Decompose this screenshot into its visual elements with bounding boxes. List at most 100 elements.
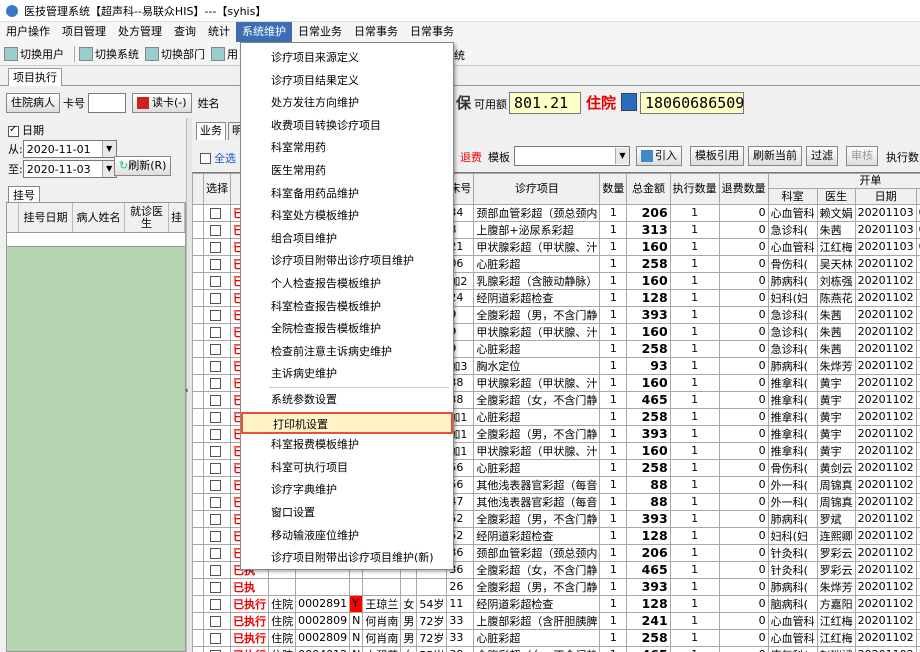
menu-item-0[interactable]: 诊疗项目来源定义	[241, 47, 453, 69]
row-select-checkbox[interactable]	[203, 203, 232, 222]
registration-grid[interactable]: 挂号日期 病人姓名 就诊医生 挂	[6, 202, 186, 652]
menu-prescription[interactable]: 处方管理	[112, 22, 168, 42]
menu-item-22[interactable]: 诊疗项目附带出诊疗项目维护(新)	[241, 547, 453, 569]
table-row[interactable]: ▶已执行住院0004012N占碧芳女55岁39全腹彩超（女，不含门静146510…	[192, 645, 920, 652]
menu-item-17[interactable]: 科室报费模板维护	[241, 434, 453, 456]
menu-item-19[interactable]: 诊疗字典维护	[241, 479, 453, 501]
row-select-checkbox[interactable]	[203, 458, 232, 477]
tab-registration[interactable]: 挂号	[8, 186, 40, 202]
menu-daily-affairs-2[interactable]: 日常事务	[404, 22, 460, 42]
col-date[interactable]: 日期	[854, 188, 917, 205]
toolbar-button-partial[interactable]: 用	[211, 46, 238, 62]
switch-dept-button[interactable]: 切换部门	[145, 46, 205, 62]
row-select-checkbox[interactable]	[203, 305, 232, 324]
table-row[interactable]: 已执行 住院 0002809 N 何肖南男 72岁 33 心脏彩超 1 258 1 0 心血管科 江红梅 2…	[192, 628, 920, 647]
menu-item-2[interactable]: 处方发往方向维护	[241, 92, 453, 114]
row-select-checkbox[interactable]	[203, 577, 232, 596]
tab-business[interactable]: 业务	[196, 122, 226, 140]
menu-stats[interactable]: 统计	[202, 22, 236, 42]
menu-item-mgmt[interactable]: 项目管理	[56, 22, 112, 42]
row-select-checkbox[interactable]	[203, 492, 232, 511]
row-select-checkbox[interactable]	[203, 424, 232, 443]
filter-button[interactable]: 过滤	[806, 146, 838, 166]
row-select-checkbox[interactable]	[203, 237, 232, 256]
row-select-checkbox[interactable]	[203, 441, 232, 460]
table-row[interactable]: 已执26全腹彩超（男，不含门静139310肺病科(朱烨芳2020110211:4…	[192, 577, 920, 596]
table-row[interactable]: 已执行 住院 0002809 N 何肖南男 72岁 33 上腹部彩超（含肝胆胰脾 1 241 1 0 心…	[192, 611, 920, 630]
menu-item-4[interactable]: 科室常用药	[241, 137, 453, 159]
menu-item-1[interactable]: 诊疗项目结果定义	[241, 70, 453, 92]
menu-item-6[interactable]: 科室备用药品维护	[241, 183, 453, 205]
row-select-checkbox[interactable]	[203, 611, 232, 630]
row-select-checkbox[interactable]	[203, 560, 232, 579]
menu-item-9[interactable]: 诊疗项目附带出诊疗项目维护	[241, 250, 453, 272]
row-select-checkbox[interactable]	[203, 543, 232, 562]
menu-item-12[interactable]: 全院检查报告模板维护	[241, 318, 453, 340]
col-doctor[interactable]: 就诊医生	[125, 203, 169, 232]
col-refund-qty[interactable]: 退费数量	[718, 173, 769, 205]
read-card-button[interactable]: 读卡(-)	[132, 93, 192, 113]
select-all-checkbox[interactable]: 全选	[200, 150, 236, 166]
row-select-checkbox[interactable]	[203, 526, 232, 545]
refresh-current-button[interactable]: 刷新当前	[748, 146, 802, 166]
col-item[interactable]: 诊疗项目	[473, 173, 601, 205]
col-select[interactable]: 选择	[203, 173, 232, 205]
row-select-checkbox[interactable]	[203, 254, 232, 273]
menu-daily-affairs[interactable]: 日常事务	[348, 22, 404, 42]
date-checkbox[interactable]	[8, 124, 19, 137]
tab-item-exec[interactable]: 项目执行	[8, 68, 62, 86]
menu-item-14[interactable]: 主诉病史维护	[241, 363, 453, 385]
inpatient-button[interactable]: 住院病人	[6, 93, 60, 113]
menu-user-ops[interactable]: 用户操作	[0, 22, 56, 42]
menu-item-13[interactable]: 检查前注意主诉病史维护	[241, 341, 453, 363]
row-select-checkbox[interactable]	[203, 339, 232, 358]
menu-query[interactable]: 查询	[168, 22, 202, 42]
row-select-checkbox[interactable]	[203, 628, 232, 647]
to-date-picker[interactable]: 2020-11-03 ▼	[22, 160, 117, 178]
col-dept[interactable]: 科室	[767, 188, 818, 205]
audit-button[interactable]: 审核	[846, 146, 878, 166]
menu-item-16[interactable]: 打印机设置	[241, 411, 453, 434]
row-select-checkbox[interactable]	[203, 475, 232, 494]
row-select-checkbox[interactable]	[203, 509, 232, 528]
row-select-checkbox[interactable]	[203, 356, 232, 375]
refresh-button[interactable]: ↻ 刷新(R)	[114, 156, 172, 176]
menu-item-20[interactable]: 窗口设置	[241, 502, 453, 524]
table-row[interactable]: 已执行 住院 0002891 Y 王琼兰女 54岁 11 经阴道彩超检查 1 128 1 0 脑病科(方…	[192, 594, 920, 613]
col-total[interactable]: 总金额	[626, 173, 671, 205]
col-reg-date[interactable]: 挂号日期	[19, 203, 73, 232]
row-select-checkbox[interactable]	[203, 288, 232, 307]
from-date-picker[interactable]: 2020-11-01 ▼	[22, 140, 117, 158]
menu-item-3[interactable]: 收费项目转换诊疗项目	[241, 115, 453, 137]
row-select-checkbox[interactable]	[203, 390, 232, 409]
menu-item-7[interactable]: 科室处方模板维护	[241, 205, 453, 227]
menu-daily-business[interactable]: 日常业务	[292, 22, 348, 42]
template-ref-button[interactable]: 模板引用	[690, 146, 744, 166]
menu-item-5[interactable]: 医生常用药	[241, 160, 453, 182]
col-exec-qty[interactable]: 执行数量	[669, 173, 720, 205]
menu-item-10[interactable]: 个人检查报告模板维护	[241, 273, 453, 295]
date-checkbox-row[interactable]: 日期	[8, 122, 44, 138]
switch-user-button[interactable]: 切换用户	[4, 46, 64, 62]
row-select-checkbox[interactable]	[203, 373, 232, 392]
template-select[interactable]: ▼	[514, 146, 630, 166]
row-select-checkbox[interactable]	[203, 322, 232, 341]
menu-item-21[interactable]: 移动输液座位维护	[241, 525, 453, 547]
card-input[interactable]	[88, 93, 126, 113]
col-doctor[interactable]: 医生	[816, 188, 856, 205]
menu-system-maintenance[interactable]: 系统维护	[236, 22, 292, 42]
toolbar-button-stats[interactable]: 统	[454, 47, 465, 63]
menu-item-11[interactable]: 科室检查报告模板维护	[241, 296, 453, 318]
menu-item-8[interactable]: 组合项目维护	[241, 228, 453, 250]
col-partial[interactable]: 挂	[169, 203, 185, 232]
row-select-checkbox[interactable]	[203, 645, 232, 652]
menu-item-18[interactable]: 科室可执行项目	[241, 457, 453, 479]
menu-item-15[interactable]: 系统参数设置	[241, 389, 453, 411]
row-select-checkbox[interactable]	[203, 407, 232, 426]
import-button[interactable]: 引入	[636, 146, 682, 166]
row-select-checkbox[interactable]	[203, 594, 232, 613]
col-qty[interactable]: 数量	[599, 173, 628, 205]
col-time[interactable]: 时间	[915, 188, 920, 205]
row-select-checkbox[interactable]	[203, 220, 232, 239]
row-select-checkbox[interactable]	[203, 271, 232, 290]
